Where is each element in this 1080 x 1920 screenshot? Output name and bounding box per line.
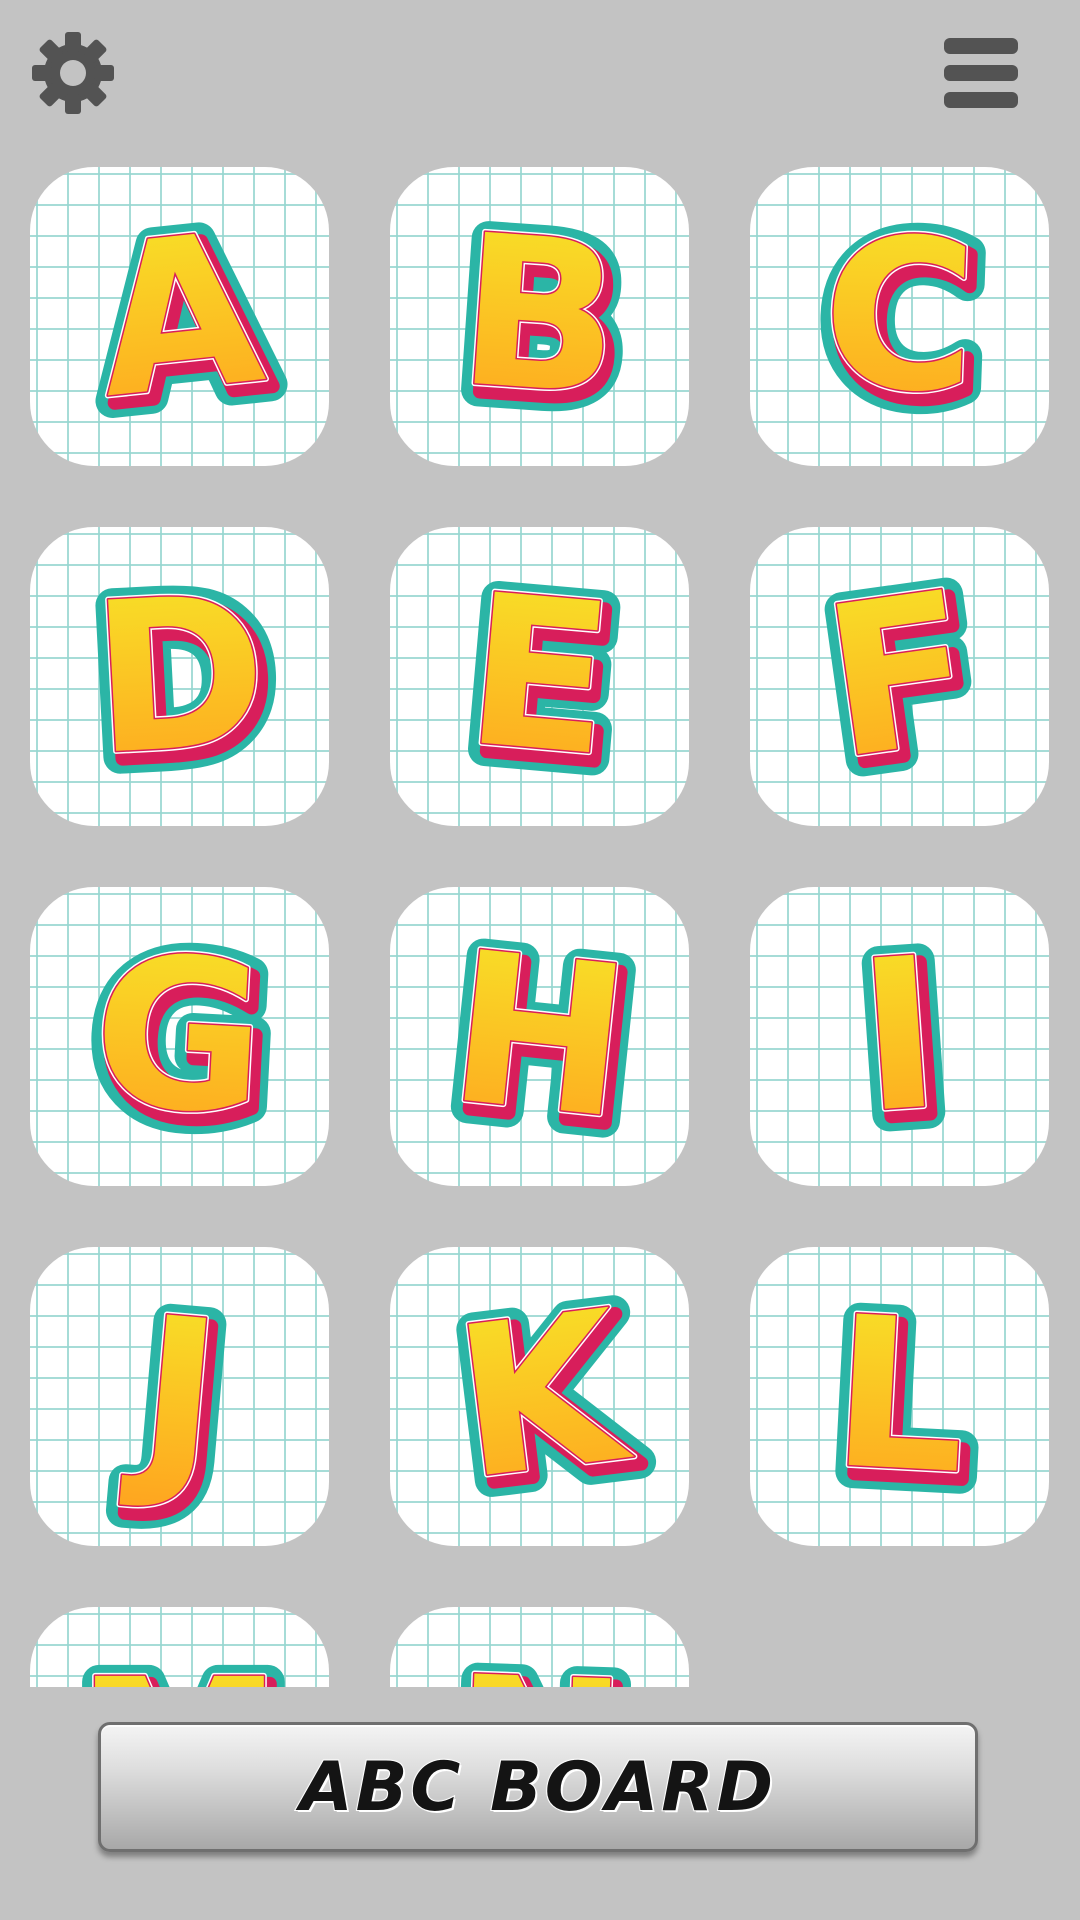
letter-tile-j[interactable]: JJJJJ <box>30 1247 329 1546</box>
letter-graphic: CCCCC <box>806 182 1001 463</box>
letter-tile-m[interactable]: MMMMM <box>30 1607 329 1687</box>
letter-graphic: HHHHH <box>427 896 659 1186</box>
letter-graphic: BBBBB <box>439 180 648 466</box>
letter-tile-i[interactable]: IIIII <box>750 887 1049 1186</box>
letter-graphic: DDDDD <box>74 540 293 825</box>
bottom-bar: ABC BOARD <box>0 1687 1080 1920</box>
letter-graphic: KKKKK <box>432 1254 662 1546</box>
letter-graphic: FFFFF <box>800 535 1008 826</box>
letter-m: M <box>76 1636 283 1688</box>
abc-board-button[interactable]: ABC BOARD <box>98 1722 978 1852</box>
letter-graphic: LLLLL <box>814 1261 993 1544</box>
letter-tile-e[interactable]: EEEEE <box>390 527 689 826</box>
letter-graphic: JJJJJ <box>105 1261 249 1544</box>
letter-n: N <box>448 1633 630 1687</box>
letter-e: E <box>458 550 621 803</box>
letter-tile-d[interactable]: DDDDD <box>30 527 329 826</box>
letter-tile-g[interactable]: GGGGG <box>30 887 329 1186</box>
letter-graphic: EEEEE <box>445 539 642 826</box>
letter-tile-b[interactable]: BBBBB <box>390 167 689 466</box>
menu-button[interactable] <box>944 38 1018 108</box>
letter-tile-c[interactable]: CCCCC <box>750 167 1049 466</box>
letter-b: B <box>452 190 627 442</box>
letter-g: G <box>88 911 271 1162</box>
letter-graphic: NNNNN <box>435 1622 651 1687</box>
letter-l: L <box>827 1272 972 1521</box>
letter-tile-n[interactable]: NNNNN <box>390 1607 689 1687</box>
letter-tile-a[interactable]: AAAAA <box>30 167 329 466</box>
letter-tile-h[interactable]: HHHHH <box>390 887 689 1186</box>
letter-tile-f[interactable]: FFFFF <box>750 527 1049 826</box>
letter-a: A <box>87 188 272 446</box>
gear-icon <box>32 32 114 114</box>
top-bar <box>0 0 1080 150</box>
letter-graphic: GGGGG <box>75 900 292 1185</box>
letter-h: H <box>440 907 638 1166</box>
letter-graphic: MMMMM <box>63 1625 304 1688</box>
letter-graphic: AAAAA <box>74 176 293 466</box>
letter-c: C <box>819 193 980 440</box>
letter-grid-scroll[interactable]: AAAAA BBBBB CCCCC DDDDD EEEEE FFFFF GGGGG HHHHH… <box>0 150 1080 1687</box>
hamburger-menu-icon <box>944 38 1018 108</box>
letter-tile-l[interactable]: LLLLL <box>750 1247 1049 1546</box>
abc-board-label: ABC BOARD <box>299 1747 777 1828</box>
letter-d: D <box>87 551 272 802</box>
letter-graphic: IIIII <box>840 902 968 1183</box>
letter-tile-k[interactable]: KKKKK <box>390 1247 689 1546</box>
settings-button[interactable] <box>30 30 116 116</box>
